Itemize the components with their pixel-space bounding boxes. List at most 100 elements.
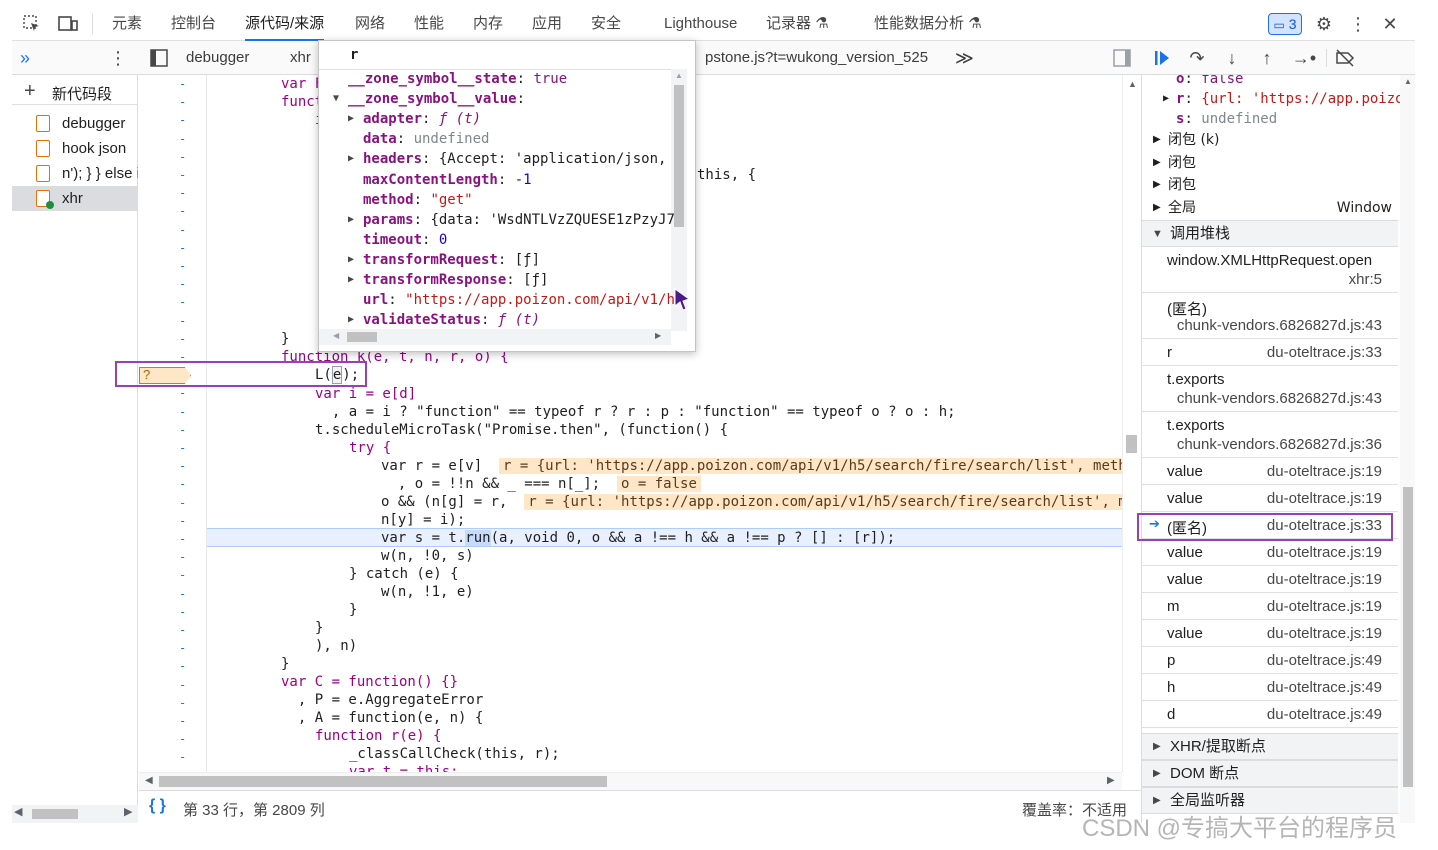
collapsed-triangle-icon[interactable]: ▶: [1153, 197, 1161, 219]
popover-property-row[interactable]: method: "get": [363, 190, 473, 210]
collapsed-triangle-icon[interactable]: ▶: [1153, 174, 1161, 196]
scope-variable-row[interactable]: ▶ r: {url: 'https://app.poizo: [1163, 88, 1415, 110]
callstack-frame[interactable]: (匿名) chunk-vendors.6826827d.js:43: [1142, 293, 1398, 339]
callstack-frame[interactable]: value du-oteltrace.js:19: [1142, 485, 1398, 512]
popover-property-row[interactable]: ▶ transformResponse: [ƒ]: [348, 270, 548, 290]
line-number-dash[interactable]: -: [179, 568, 186, 582]
tab-lighthouse[interactable]: Lighthouse: [664, 8, 737, 41]
line-number-dash[interactable]: -: [179, 150, 186, 164]
issues-badge[interactable]: ▭ 3: [1268, 13, 1302, 35]
line-number-dash[interactable]: -: [179, 459, 186, 473]
inspect-element-icon[interactable]: [20, 12, 44, 36]
line-number-dash[interactable]: -: [179, 659, 186, 673]
scope-group-row[interactable]: ▶ 闭包: [1142, 174, 1398, 196]
line-number-dash[interactable]: -: [179, 204, 186, 218]
tab-application[interactable]: 应用: [532, 8, 562, 41]
line-number-dash[interactable]: -: [179, 441, 186, 455]
frame-location[interactable]: chunk-vendors.6826827d.js:43: [1177, 317, 1382, 334]
more-vertical-icon[interactable]: ⋮: [1348, 12, 1368, 36]
callstack-frame[interactable]: h du-oteltrace.js:49: [1142, 674, 1398, 701]
popover-property-row[interactable]: __zone_symbol__state: true: [348, 69, 567, 89]
frame-location[interactable]: xhr:5: [1349, 271, 1382, 288]
scrollbar-thumb[interactable]: [1126, 435, 1137, 453]
frame-location[interactable]: chunk-vendors.6826827d.js:43: [1177, 390, 1382, 407]
frame-location[interactable]: du-oteltrace.js:19: [1267, 598, 1382, 615]
scroll-right-icon[interactable]: ▶: [655, 331, 661, 340]
frame-location[interactable]: du-oteltrace.js:49: [1267, 679, 1382, 696]
frame-location[interactable]: du-oteltrace.js:33: [1267, 344, 1382, 361]
line-number-dash[interactable]: -: [179, 714, 186, 728]
callstack-frame[interactable]: value du-oteltrace.js:19: [1142, 620, 1398, 647]
callstack-frame[interactable]: value du-oteltrace.js:19: [1142, 566, 1398, 593]
file-tab-xhr[interactable]: xhr: [290, 41, 311, 75]
line-number-dash[interactable]: -: [179, 332, 186, 346]
callstack-frame[interactable]: value du-oteltrace.js:19: [1142, 458, 1398, 485]
scope-group-row[interactable]: ▶ 闭包: [1142, 152, 1398, 174]
line-number-dash[interactable]: -: [179, 496, 186, 510]
line-number-dash[interactable]: -: [179, 696, 186, 710]
collapsed-triangle-icon[interactable]: ▶: [1153, 152, 1161, 174]
toggle-debugger-sidebar-icon[interactable]: [1111, 47, 1133, 69]
line-number-dash[interactable]: -: [179, 750, 186, 764]
popover-property-row[interactable]: maxContentLength: -1: [363, 170, 532, 190]
popover-property-row[interactable]: url: "https://app.poizon.com/api/v1/h: [363, 290, 675, 310]
device-toolbar-icon[interactable]: [56, 12, 80, 36]
scope-variable-row[interactable]: s: undefined: [1176, 108, 1415, 130]
scrollbar-thumb[interactable]: [159, 776, 607, 787]
tab-sources[interactable]: 源代码/来源: [245, 8, 325, 41]
snippet-item-else[interactable]: n'); } } else i: [12, 161, 138, 186]
gear-icon[interactable]: ⚙: [1312, 12, 1336, 36]
callstack-frame[interactable]: window.XMLHttpRequest.open xhr:5: [1142, 247, 1398, 293]
editor-hscrollbar[interactable]: ◀ ▶: [139, 772, 1122, 790]
navigator-hscrollbar[interactable]: ◀ ▶: [12, 805, 138, 823]
new-snippet-button[interactable]: + 新代码段: [12, 79, 138, 105]
close-icon[interactable]: ✕: [1378, 12, 1402, 36]
scope-group-row[interactable]: ▶ 闭包 (k): [1142, 129, 1398, 151]
callstack-frame[interactable]: d du-oteltrace.js:49: [1142, 701, 1398, 728]
scrollbar-thumb[interactable]: [347, 332, 377, 342]
line-number-dash[interactable]: -: [179, 532, 186, 546]
tab-elements[interactable]: 元素: [112, 8, 142, 41]
step-over-icon[interactable]: ↷: [1185, 46, 1209, 70]
tab-console[interactable]: 控制台: [171, 8, 216, 41]
tab-performance[interactable]: 性能: [414, 8, 444, 41]
frame-location[interactable]: du-oteltrace.js:49: [1267, 706, 1382, 723]
line-number-dash[interactable]: -: [179, 423, 186, 437]
line-number-dash[interactable]: -: [179, 641, 186, 655]
sidebar-vscrollbar[interactable]: ▲: [1400, 75, 1415, 823]
tab-recorder[interactable]: 记录器 ⚗: [766, 8, 829, 41]
collapsed-triangle-icon[interactable]: ▶: [348, 250, 354, 270]
line-number-dash[interactable]: -: [179, 405, 186, 419]
scroll-left-icon[interactable]: ◀: [14, 805, 22, 818]
more-tabs-icon[interactable]: ≫: [955, 41, 974, 75]
frame-location[interactable]: du-oteltrace.js:19: [1267, 490, 1382, 507]
scroll-left-icon[interactable]: ◀: [333, 331, 339, 340]
line-number-dash[interactable]: -: [179, 113, 186, 127]
collapsed-triangle-icon[interactable]: ▶: [348, 149, 354, 169]
popover-hscrollbar[interactable]: ◀ ▶: [319, 329, 671, 345]
resume-icon[interactable]: [1150, 46, 1174, 70]
collapsed-triangle-icon[interactable]: ▶: [1153, 129, 1161, 151]
callstack-frame[interactable]: p du-oteltrace.js:49: [1142, 647, 1398, 674]
file-tab-pstone[interactable]: pstone.js?t=wukong_version_525: [705, 41, 928, 75]
toggle-navigator-icon[interactable]: [148, 47, 170, 69]
editor-vscrollbar[interactable]: ▲: [1122, 75, 1140, 772]
line-number-dash[interactable]: -: [179, 605, 186, 619]
expanded-triangle-icon[interactable]: ▼: [333, 89, 339, 109]
step-into-icon[interactable]: ↓: [1220, 46, 1244, 70]
xhr-breakpoints-section[interactable]: ▶ XHR/提取断点: [1142, 733, 1398, 760]
callstack-frame[interactable]: value du-oteltrace.js:19: [1142, 539, 1398, 566]
line-number-dash[interactable]: -: [179, 132, 186, 146]
line-number-dash[interactable]: -: [179, 223, 186, 237]
frame-location[interactable]: du-oteltrace.js:19: [1267, 571, 1382, 588]
popover-property-row[interactable]: data: undefined: [363, 129, 489, 149]
callstack-frame[interactable]: r du-oteltrace.js:33: [1142, 339, 1398, 366]
popover-property-row[interactable]: ▶ params: {data: 'WsdNTLVzZQUESE1zPzyJ7: [348, 210, 675, 230]
scope-group-row[interactable]: ▶ 全局 Window: [1142, 197, 1398, 219]
line-number-dash[interactable]: -: [179, 514, 186, 528]
frame-location[interactable]: du-oteltrace.js:19: [1267, 463, 1382, 480]
scroll-left-icon[interactable]: ◀: [145, 775, 153, 786]
scroll-up-icon[interactable]: ▲: [1128, 79, 1137, 89]
line-number-dash[interactable]: -: [179, 259, 186, 273]
deactivate-breakpoints-icon[interactable]: [1332, 46, 1358, 70]
